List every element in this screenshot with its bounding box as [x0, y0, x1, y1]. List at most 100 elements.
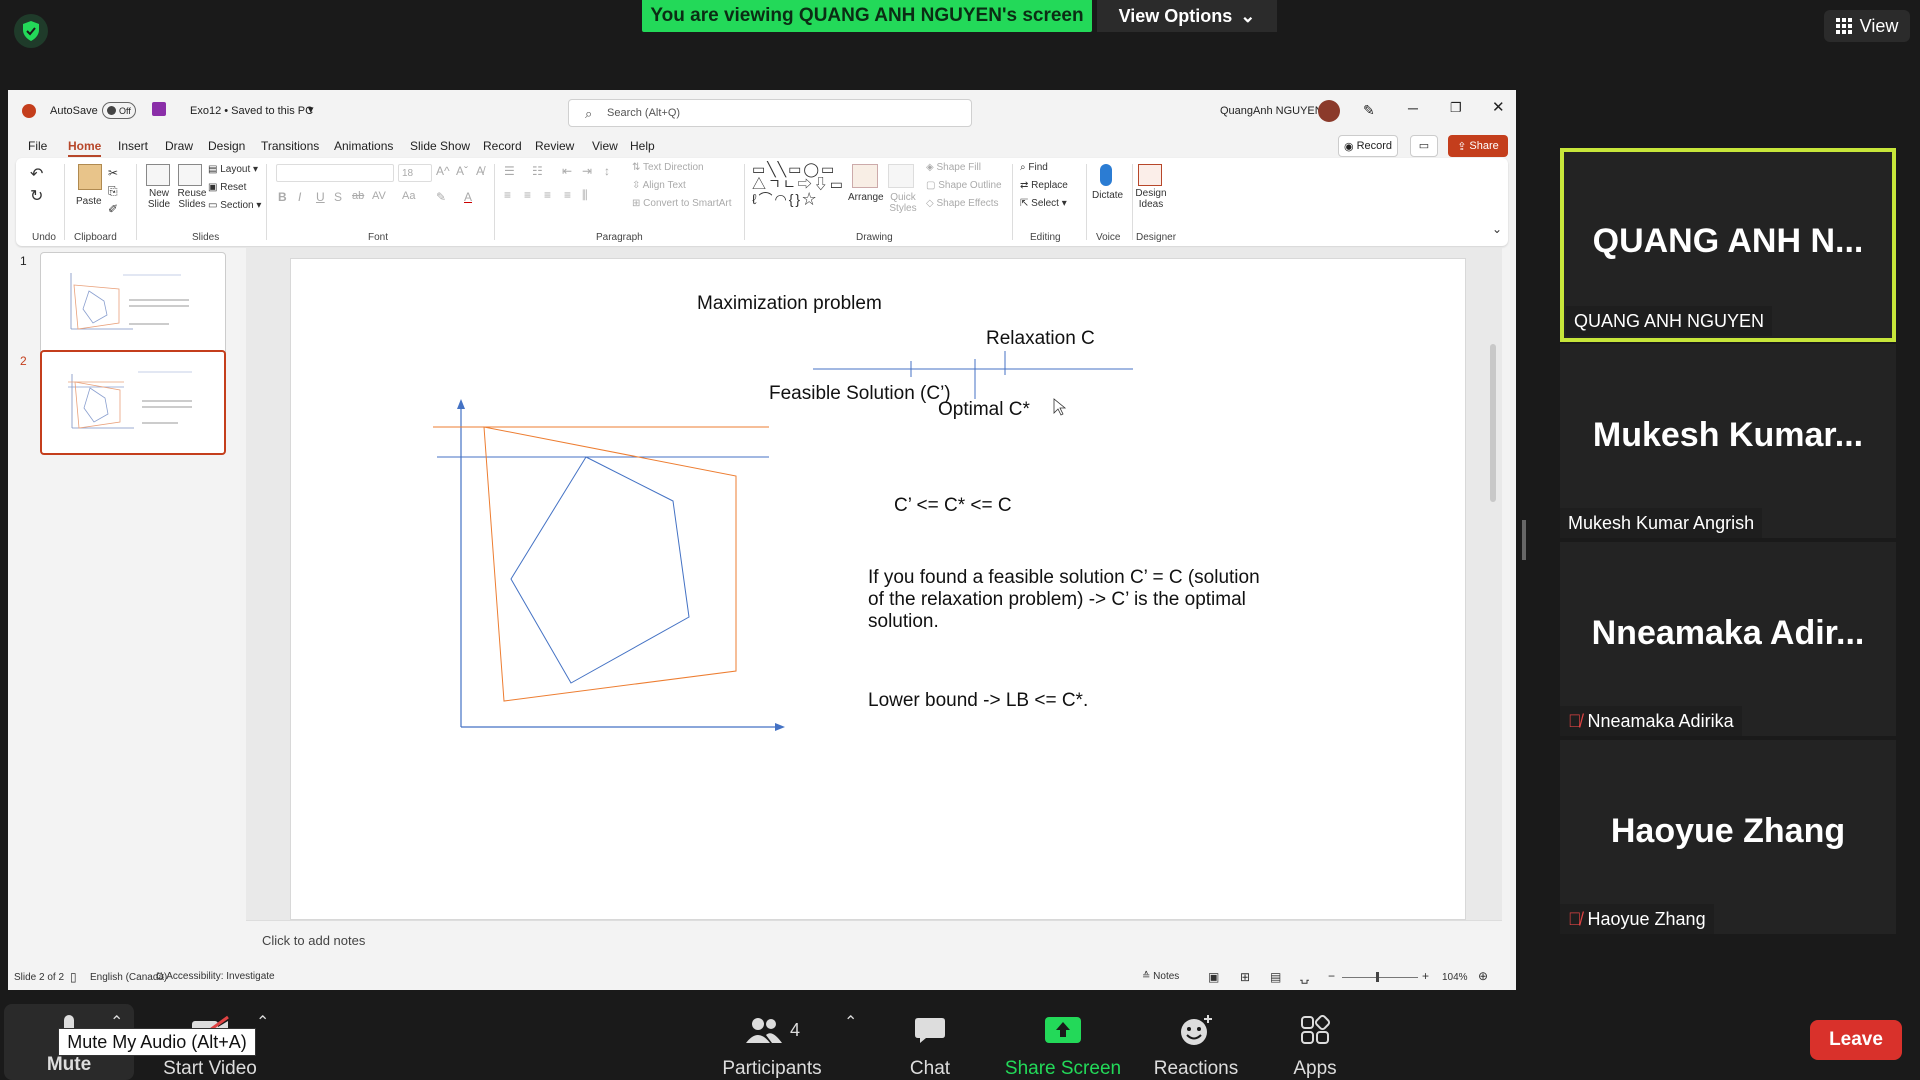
share-screen-button[interactable]: Share Screen — [1000, 1010, 1126, 1080]
chevron-down-icon[interactable]: ▾ — [308, 103, 314, 116]
undo-icon[interactable]: ↶ — [30, 164, 43, 184]
align-text-button[interactable]: ⇳ Align Text — [632, 180, 686, 191]
layout-button[interactable]: ▤ Layout ▾ — [208, 164, 258, 175]
slideshow-icon[interactable]: ⍽ — [1300, 970, 1309, 984]
minimize-icon[interactable]: ─ — [1408, 100, 1418, 116]
autosave-toggle[interactable]: Off — [102, 102, 136, 119]
participant-tile[interactable]: Nneamaka Adir... 🎙̸ Nneamaka Adirika — [1560, 542, 1896, 736]
tab-help[interactable]: Help — [630, 139, 655, 153]
document-title[interactable]: Exo12 • Saved to this PC — [190, 105, 313, 117]
arrange-button[interactable]: Arrange — [848, 192, 884, 203]
zoom-in-icon[interactable]: + — [1422, 969, 1429, 983]
zoom-slider[interactable] — [1342, 972, 1418, 982]
tab-insert[interactable]: Insert — [118, 139, 148, 153]
video-options-chevron-up-icon[interactable]: ⌃ — [256, 1012, 269, 1032]
tab-home[interactable]: Home — [68, 139, 102, 157]
slide-sorter-icon[interactable]: ⊞ — [1240, 970, 1250, 984]
design-ideas-icon[interactable] — [1138, 164, 1162, 186]
tab-file[interactable]: File — [28, 139, 47, 153]
quick-styles-icon[interactable] — [888, 164, 914, 188]
shape-effects-button[interactable]: ◇ Shape Effects — [926, 198, 999, 209]
tab-slide-show[interactable]: Slide Show — [410, 139, 470, 153]
bullets-icon[interactable]: ☰ — [504, 164, 515, 178]
tab-animations[interactable]: Animations — [334, 139, 393, 153]
participant-tile[interactable]: Mukesh Kumar... Mukesh Kumar Angrish — [1560, 344, 1896, 538]
cut-icon[interactable]: ✂ — [108, 166, 118, 180]
design-ideas-button[interactable]: Design Ideas — [1134, 188, 1168, 210]
line-spacing-icon[interactable]: ↕ — [604, 164, 610, 178]
align-left-icon[interactable]: ≡ — [504, 188, 511, 202]
record-button[interactable]: ◉ Record — [1338, 135, 1398, 157]
new-slide-icon[interactable] — [146, 164, 170, 186]
view-options-button[interactable]: View Options ⌄ — [1097, 0, 1277, 32]
dictate-button[interactable]: Dictate — [1092, 190, 1123, 201]
char-spacing-icon[interactable]: AV — [372, 190, 386, 202]
comments-icon[interactable]: ▭ — [1410, 135, 1438, 157]
participants-chevron-up-icon[interactable]: ⌃ — [844, 1012, 857, 1032]
highlight-icon[interactable]: ✎ — [436, 190, 446, 204]
underline-icon[interactable]: U — [316, 190, 325, 204]
paste-label[interactable]: Paste — [76, 196, 102, 207]
align-right-icon[interactable]: ≡ — [544, 188, 551, 202]
shapes-gallery[interactable]: ▭╲╲▭◯▭ △ㄱㄴ⇨⇩▭ ℓ⌒◠{}☆ — [752, 162, 843, 208]
tab-transitions[interactable]: Transitions — [261, 139, 319, 153]
new-slide-button[interactable]: New Slide — [144, 188, 174, 210]
close-icon[interactable]: ✕ — [1492, 98, 1505, 116]
reading-view-icon[interactable]: ▤ — [1270, 970, 1281, 984]
find-button[interactable]: ⌕ Find — [1020, 162, 1048, 173]
reuse-slides-icon[interactable] — [178, 164, 202, 186]
zoom-level[interactable]: 104% — [1442, 972, 1468, 983]
vertical-scrollbar[interactable] — [1488, 248, 1498, 908]
columns-icon[interactable]: ⫼ — [582, 188, 588, 203]
font-color-icon[interactable]: A — [464, 190, 472, 204]
justify-icon[interactable]: ≡ — [564, 188, 571, 202]
restore-icon[interactable]: ❐ — [1450, 100, 1462, 116]
reuse-slides-button[interactable]: Reuse Slides — [176, 188, 208, 210]
collapse-ribbon-icon[interactable]: ⌄ — [1492, 222, 1502, 236]
font-family-input[interactable] — [276, 164, 394, 182]
scrollbar-thumb[interactable] — [1490, 344, 1496, 502]
copy-icon[interactable]: ⎘ — [108, 184, 118, 199]
paste-icon[interactable] — [78, 164, 102, 190]
user-avatar[interactable] — [1318, 100, 1340, 122]
chat-button[interactable]: Chat — [880, 1010, 980, 1080]
fit-slide-icon[interactable]: ⊕ — [1478, 969, 1488, 983]
bold-icon[interactable]: B — [278, 190, 287, 204]
quick-styles-button[interactable]: Quick Styles — [888, 192, 918, 214]
change-case-icon[interactable]: Aa — [402, 190, 415, 202]
slide-thumbnail-2[interactable] — [40, 350, 226, 455]
tab-review[interactable]: Review — [535, 139, 574, 153]
security-shield-icon[interactable] — [14, 14, 48, 48]
shadow-icon[interactable]: S — [334, 190, 342, 204]
shape-fill-button[interactable]: ◈ Shape Fill — [926, 162, 981, 173]
panel-splitter[interactable] — [1522, 520, 1526, 560]
tab-design[interactable]: Design — [208, 139, 245, 153]
accessibility-status[interactable]: ⛭ Accessibility: Investigate — [156, 971, 275, 982]
search-box[interactable]: ⌕ Search (Alt+Q) — [568, 99, 972, 127]
apps-button[interactable]: Apps — [1270, 1010, 1360, 1080]
zoom-slider-thumb[interactable] — [1376, 972, 1379, 982]
strikethrough-icon[interactable]: ab — [352, 190, 364, 202]
increase-font-icon[interactable]: A^ — [436, 164, 450, 178]
leave-button[interactable]: Leave — [1810, 1020, 1902, 1060]
participant-tile-active[interactable]: QUANG ANH N... QUANG ANH NGUYEN — [1560, 148, 1896, 342]
select-button[interactable]: ⇱ Select ▾ — [1020, 198, 1067, 209]
share-button[interactable]: ⇪ Share — [1448, 135, 1508, 157]
normal-view-icon[interactable]: ▣ — [1208, 970, 1219, 984]
notes-pane[interactable]: Click to add notes — [246, 920, 1502, 962]
italic-icon[interactable]: I — [298, 190, 301, 204]
slide-canvas[interactable]: Maximization problem Relaxation C Feasib… — [290, 258, 1466, 920]
microphone-icon[interactable] — [1100, 164, 1112, 186]
shape-outline-button[interactable]: ▢ Shape Outline — [926, 180, 1002, 191]
notes-toggle[interactable]: ≙ Notes — [1142, 971, 1179, 982]
numbering-icon[interactable]: ☷ — [532, 164, 543, 178]
decrease-indent-icon[interactable]: ⇤ — [562, 164, 572, 178]
tab-draw[interactable]: Draw — [165, 139, 193, 153]
text-direction-button[interactable]: ⇅ Text Direction — [632, 162, 704, 173]
arrange-icon[interactable] — [852, 164, 878, 188]
convert-smartart-button[interactable]: ⊞ Convert to SmartArt — [632, 198, 732, 209]
align-center-icon[interactable]: ≡ — [524, 188, 531, 202]
tab-view[interactable]: View — [592, 139, 618, 153]
increase-indent-icon[interactable]: ⇥ — [582, 164, 592, 178]
format-painter-icon[interactable]: ✐ — [108, 202, 118, 216]
